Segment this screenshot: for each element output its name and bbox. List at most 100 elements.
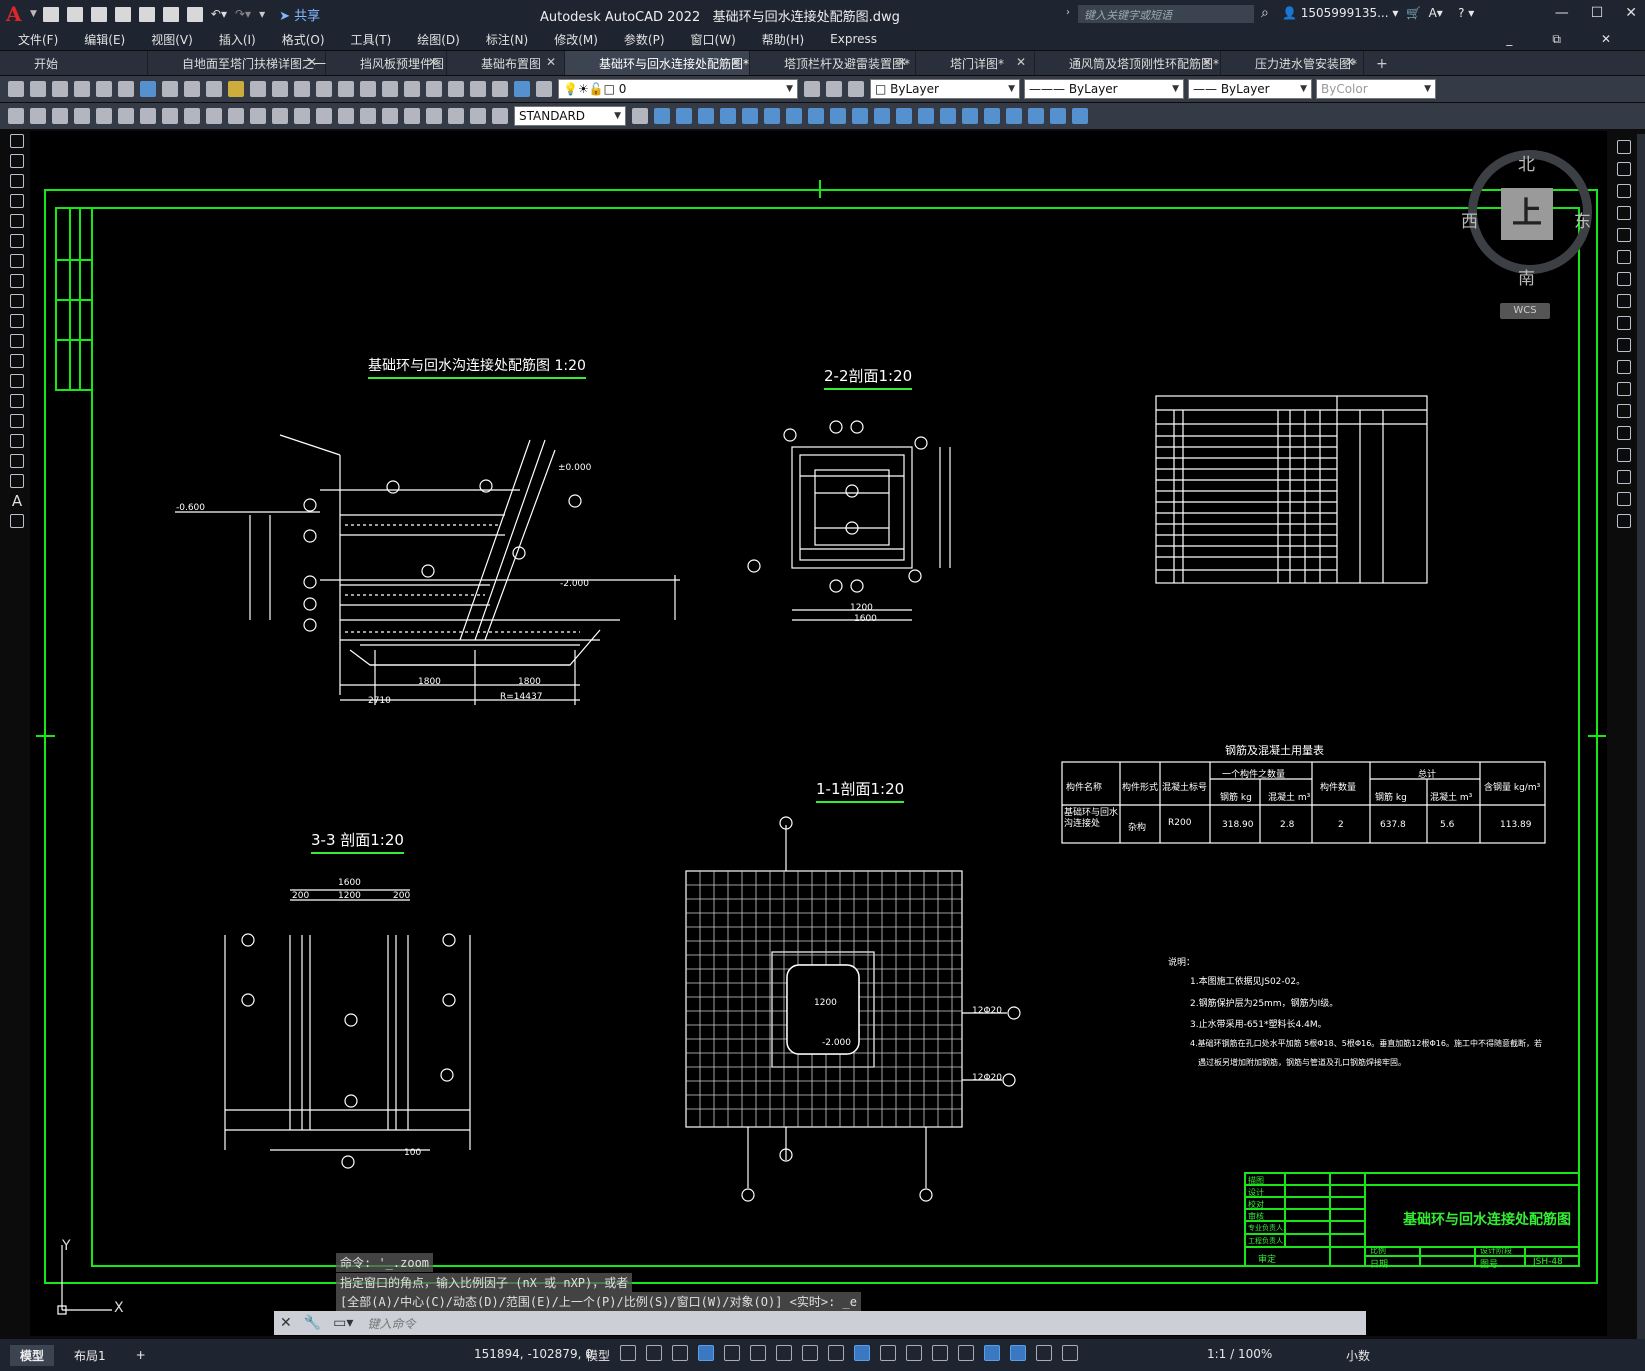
qt-header-form: 构件形式 bbox=[1122, 783, 1159, 793]
dynamic-ucs-icon[interactable] bbox=[932, 1345, 948, 1361]
lineweight-toggle-icon[interactable] bbox=[828, 1345, 844, 1361]
object-snap-tracking-icon[interactable] bbox=[776, 1345, 792, 1361]
dim-1800b: 1800 bbox=[518, 677, 541, 687]
dim-1800a: 1800 bbox=[418, 677, 441, 687]
infer-constraints-icon[interactable] bbox=[672, 1345, 688, 1361]
customize-command-icon[interactable]: 🔧 bbox=[298, 1315, 327, 1331]
qt-cell-count: 2 bbox=[1338, 820, 1344, 830]
note-4-cont: 遇过板另增加附加钢筋，钢筋与管道及孔口钢筋焊接牢固。 bbox=[1198, 1058, 1406, 1067]
qt-header-count: 构件数量 bbox=[1320, 783, 1357, 793]
viewcube-west[interactable]: 西 bbox=[1461, 207, 1478, 232]
qt-cell-total-steel: 637.8 bbox=[1380, 820, 1406, 830]
snap-toggle-icon[interactable] bbox=[646, 1345, 662, 1361]
qt-cell-total-concrete: 5.6 bbox=[1440, 820, 1455, 830]
viewcube-north[interactable]: 北 bbox=[1518, 150, 1535, 175]
recent-commands-icon[interactable]: ▭▾ bbox=[327, 1315, 359, 1331]
polar-toggle-icon[interactable] bbox=[724, 1345, 740, 1361]
viewcube-east[interactable]: 东 bbox=[1574, 207, 1591, 232]
notes-title: 说明： bbox=[1168, 958, 1196, 968]
viewcube-south[interactable]: 南 bbox=[1518, 264, 1535, 289]
note-2: 2.钢筋保护层为25mm，钢筋为I级。 bbox=[1190, 999, 1339, 1009]
command-input[interactable]: 键入命令 bbox=[367, 1315, 415, 1332]
section-22-box bbox=[791, 446, 913, 569]
qt-header-grade: 混凝土标号 bbox=[1162, 783, 1208, 793]
qt-header-name: 构件名称 bbox=[1066, 783, 1103, 793]
gizmo-icon[interactable] bbox=[984, 1345, 1000, 1361]
dim-33-200b: 200 bbox=[393, 891, 411, 901]
main-section-title: 基础环与回水沟连接处配筋图 1:20 bbox=[368, 355, 586, 379]
elev-minus-06: -0.600 bbox=[176, 503, 206, 513]
elev-minus-2: -2.000 bbox=[560, 579, 590, 589]
qt-header-total-steel: 钢筋 kg bbox=[1375, 793, 1407, 803]
note-3: 3.止水带采用-651*塑料长4.4M。 bbox=[1190, 1020, 1327, 1030]
grid-toggle-icon[interactable] bbox=[620, 1345, 636, 1361]
note-4: 4.基础环钢筋在孔口处水平加筋 5根Φ18、5根Φ16。垂直加筋12根Φ16。施… bbox=[1190, 1039, 1542, 1048]
tb-ratio: 比例 bbox=[1370, 1246, 1386, 1255]
annotation-visibility-icon[interactable] bbox=[1010, 1345, 1026, 1361]
annotation-scale-readout[interactable]: 1:1 / 100% bbox=[1207, 1347, 1272, 1361]
qt-header-single: 一个构件之数量 bbox=[1222, 770, 1286, 780]
dim-2710: 2710 bbox=[368, 696, 391, 706]
model-space-button[interactable]: 模型 bbox=[586, 1347, 610, 1364]
selection-cycling-icon[interactable] bbox=[880, 1345, 896, 1361]
dim-22-1600: 1600 bbox=[854, 614, 877, 624]
coordinates-readout[interactable]: 151894, -102879, 0 bbox=[474, 1347, 593, 1361]
dim-33-200a: 200 bbox=[292, 891, 310, 901]
qt-cell-name: 基础环与回水沟连接处 bbox=[1064, 808, 1119, 829]
tb-row-2: 设计 bbox=[1248, 1188, 1264, 1197]
tb-sheet-no-label: 图号 bbox=[1480, 1260, 1499, 1270]
tb-row-4: 审核 bbox=[1248, 1212, 1264, 1221]
elev-0: ±0.000 bbox=[558, 463, 592, 473]
tb-row-1: 描图 bbox=[1248, 1176, 1264, 1185]
transparency-icon[interactable] bbox=[854, 1345, 870, 1361]
tb-stage: 设计阶段 bbox=[1480, 1246, 1512, 1255]
dim-22-1200: 1200 bbox=[850, 603, 873, 613]
dim-radius: R=14437 bbox=[500, 692, 543, 702]
close-command-icon[interactable]: ✕ bbox=[274, 1315, 298, 1331]
selection-filter-icon[interactable] bbox=[958, 1345, 974, 1361]
dim-33-1200: 1200 bbox=[338, 891, 361, 901]
wcs-menu[interactable]: WCS bbox=[1500, 303, 1550, 319]
qt-cell-steel: 318.90 bbox=[1222, 820, 1254, 830]
command-history-3: [全部(A)/中心(C)/动态(D)/范围(E)/上一个(P)/比例(S)/窗口… bbox=[336, 1292, 861, 1311]
qt-header-ratio: 含钢量 kg/m³ bbox=[1484, 783, 1541, 793]
section-22-title: 2-2剖面1:20 bbox=[824, 365, 913, 390]
ucs-y-label: Y bbox=[62, 1238, 71, 1254]
tab-layout1[interactable]: 布局1 bbox=[64, 1345, 116, 1366]
dim-33-100: 100 bbox=[404, 1148, 422, 1158]
tab-model[interactable]: 模型 bbox=[10, 1344, 55, 1366]
units-readout[interactable]: 小数 bbox=[1346, 1347, 1370, 1364]
qt-header-steel: 钢筋 kg bbox=[1220, 793, 1252, 803]
titleblock-drawing-name: 基础环与回水连接处配筋图 bbox=[1403, 1212, 1571, 1228]
add-layout-button[interactable]: + bbox=[126, 1346, 156, 1364]
isodraft-icon[interactable] bbox=[750, 1345, 766, 1361]
qt-header-concrete: 混凝土 m³ bbox=[1268, 793, 1311, 803]
rebar-callout-1: 12Φ20 bbox=[972, 1006, 1002, 1016]
command-history-2: 指定窗口的角点，输入比例因子 (nX 或 nXP)，或者 bbox=[336, 1273, 633, 1292]
annotation-scale-icon[interactable] bbox=[1062, 1345, 1078, 1361]
command-history-1: 命令: '_.zoom bbox=[336, 1253, 434, 1272]
elev-11-minus-2: -2.000 bbox=[822, 1038, 852, 1048]
command-line: ✕ 🔧 ▭▾ 键入命令 bbox=[274, 1311, 1366, 1335]
qt-cell-concrete: 2.8 bbox=[1280, 820, 1295, 830]
status-toggles bbox=[620, 1345, 1078, 1361]
outer-border bbox=[44, 189, 1598, 1284]
section-33-title: 3-3 剖面1:20 bbox=[311, 829, 404, 854]
tb-row-6: 工程负责人 bbox=[1248, 1237, 1283, 1245]
quantity-table-title: 钢筋及混凝土用量表 bbox=[1225, 744, 1324, 757]
tb-sheet-no: JSH-48 bbox=[1533, 1257, 1563, 1267]
tb-row-3: 校对 bbox=[1248, 1200, 1264, 1209]
tb-row-5: 专业负责人 bbox=[1248, 1224, 1283, 1232]
tb-approved: 审定 bbox=[1258, 1255, 1277, 1265]
ortho-toggle-icon[interactable] bbox=[698, 1345, 714, 1361]
qt-cell-grade: R200 bbox=[1168, 818, 1192, 828]
auto-scale-icon[interactable] bbox=[1036, 1345, 1052, 1361]
ucs-x-label: X bbox=[114, 1300, 124, 1316]
tb-date: 日期 bbox=[1370, 1260, 1389, 1270]
object-snap-icon[interactable] bbox=[802, 1345, 818, 1361]
qt-cell-form: 杂构 bbox=[1128, 823, 1147, 833]
rebar-callout-2: 12Φ20 bbox=[972, 1073, 1002, 1083]
viewcube-top-face[interactable]: 上 bbox=[1501, 188, 1553, 240]
3d-osnap-icon[interactable] bbox=[906, 1345, 922, 1361]
qt-header-total-concrete: 混凝土 m³ bbox=[1430, 793, 1473, 803]
